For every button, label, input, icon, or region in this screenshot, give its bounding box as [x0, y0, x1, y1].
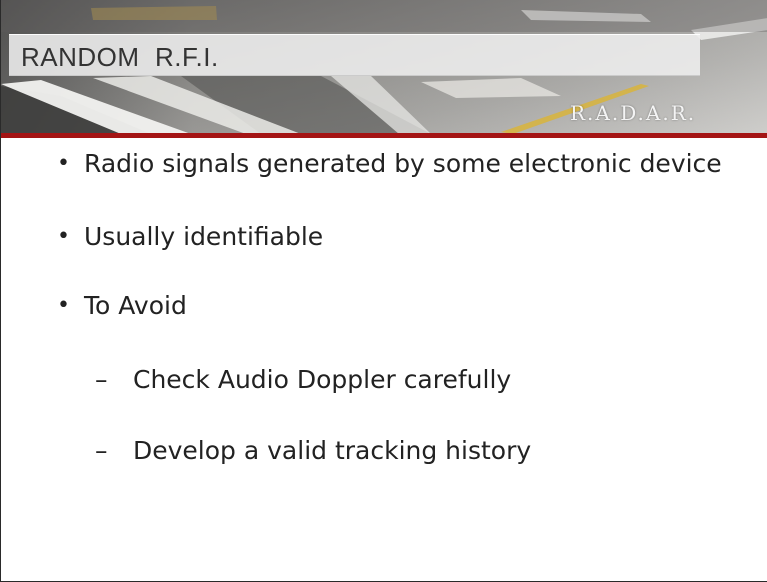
dash-marker: –	[95, 365, 108, 394]
list-item-text: Develop a valid tracking history	[133, 436, 532, 465]
dash-marker: –	[95, 436, 108, 465]
list-item-text: Radio signals generated by some electron…	[84, 149, 722, 178]
bullet-list: • Radio signals generated by some electr…	[1, 0, 767, 581]
bullet-marker: •	[57, 293, 70, 318]
list-item-text: Usually identifiable	[84, 222, 324, 251]
slide: RANDOM R.F.I. R.A.D.A.R. • Radio signals…	[0, 0, 767, 582]
list-item-text: Check Audio Doppler carefully	[133, 365, 512, 394]
list-item-text: To Avoid	[84, 291, 187, 320]
list-item: • To Avoid	[57, 288, 357, 324]
list-item: – Develop a valid tracking history	[95, 433, 615, 469]
bullet-marker: •	[57, 224, 70, 249]
list-item: – Check Audio Doppler carefully	[95, 362, 595, 398]
bullet-marker: •	[57, 151, 70, 176]
list-item: • Radio signals generated by some electr…	[57, 146, 762, 182]
list-item: • Usually identifiable	[57, 219, 457, 255]
